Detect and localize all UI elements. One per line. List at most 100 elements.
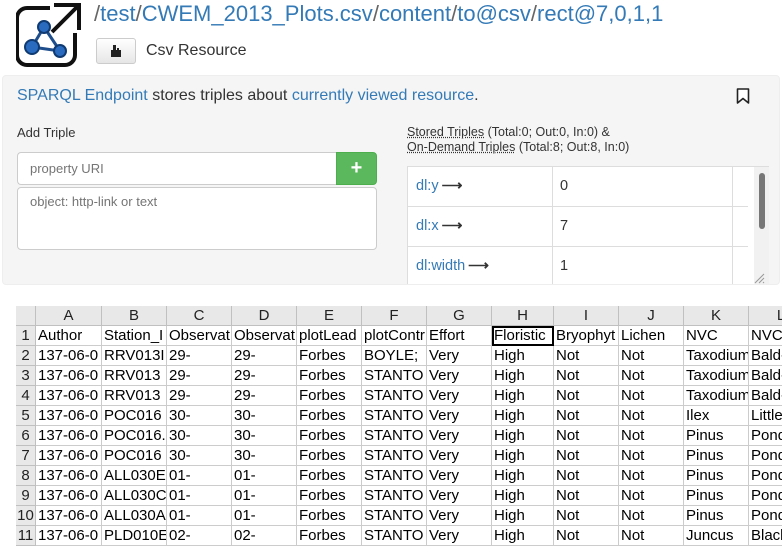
sheet-cell[interactable]: Bald- xyxy=(749,386,782,406)
sheet-cell[interactable]: Bryophyt xyxy=(554,326,619,346)
sheet-cell[interactable]: Forbes xyxy=(297,526,362,546)
breadcrumb-item-rect[interactable]: rect@7,0,1,1 xyxy=(537,1,663,26)
sheet-cell[interactable]: Taxodium xyxy=(684,366,749,386)
object-input[interactable] xyxy=(17,187,377,250)
row-header[interactable]: 6 xyxy=(16,426,36,446)
sheet-cell[interactable]: Pond xyxy=(749,486,782,506)
sheet-cell[interactable]: High xyxy=(492,386,554,406)
sheet-cell[interactable]: Very xyxy=(427,526,492,546)
row-header[interactable]: 4 xyxy=(16,386,36,406)
sheet-cell[interactable]: ALL030E xyxy=(102,466,167,486)
sheet-cell[interactable]: 02- xyxy=(167,526,232,546)
sheet-cell[interactable]: Forbes xyxy=(297,506,362,526)
sheet-cell[interactable]: 137-06-0 xyxy=(36,446,102,466)
triple-predicate[interactable]: dl:x ⟶ xyxy=(416,218,462,234)
sheet-cell[interactable]: Not xyxy=(619,386,684,406)
sheet-cell[interactable]: 30- xyxy=(232,426,297,446)
sheet-cell[interactable]: Lichen xyxy=(619,326,684,346)
sheet-cell[interactable]: 30- xyxy=(167,426,232,446)
sheet-cell[interactable]: 29- xyxy=(167,386,232,406)
sheet-cell[interactable]: Not xyxy=(554,406,619,426)
sheet-cell[interactable]: 29- xyxy=(167,346,232,366)
sheet-cell[interactable]: STANTO xyxy=(362,406,427,426)
sheet-cell[interactable]: 137-06-0 xyxy=(36,426,102,446)
sheet-cell[interactable]: NVC xyxy=(684,326,749,346)
breadcrumb-item-to-csv[interactable]: to@csv xyxy=(457,1,531,26)
row-header[interactable]: 11 xyxy=(16,526,36,546)
sheet-cell[interactable]: 01- xyxy=(167,486,232,506)
sheet-cell[interactable]: STANTO xyxy=(362,526,427,546)
sheet-cell[interactable]: Not xyxy=(619,526,684,546)
sheet-cell[interactable]: Observat xyxy=(232,326,297,346)
sheet-cell[interactable]: High xyxy=(492,526,554,546)
add-triple-button[interactable]: + xyxy=(336,152,377,185)
sheet-cell[interactable]: 30- xyxy=(232,406,297,426)
sheet-cell[interactable]: Not xyxy=(554,346,619,366)
sheet-cell[interactable]: Pinus xyxy=(684,426,749,446)
sheet-cell[interactable]: Very xyxy=(427,426,492,446)
sheet-cell[interactable]: STANTO xyxy=(362,426,427,446)
sheet-cell[interactable]: High xyxy=(492,426,554,446)
column-header-a[interactable]: A xyxy=(36,306,102,326)
sheet-cell[interactable]: POC016 xyxy=(102,406,167,426)
sheet-cell[interactable]: NVC xyxy=(749,326,782,346)
sheet-cell[interactable]: High xyxy=(492,506,554,526)
bookmark-icon[interactable] xyxy=(736,88,750,104)
sheet-cell[interactable]: High xyxy=(492,446,554,466)
triple-predicate[interactable]: dl:width ⟶ xyxy=(416,258,489,274)
sheet-cell[interactable]: Taxodium xyxy=(684,346,749,366)
sheet-cell[interactable]: High xyxy=(492,486,554,506)
sheet-cell[interactable]: Not xyxy=(554,506,619,526)
column-header-g[interactable]: G xyxy=(427,306,492,326)
sheet-cell[interactable]: Forbes xyxy=(297,466,362,486)
row-header[interactable]: 7 xyxy=(16,446,36,466)
sheet-cell[interactable]: 01- xyxy=(232,466,297,486)
predicate-label[interactable]: dl:y xyxy=(416,178,439,194)
row-header[interactable]: 5 xyxy=(16,406,36,426)
sheet-cell[interactable]: Forbes xyxy=(297,406,362,426)
sheet-cell[interactable]: Forbes xyxy=(297,366,362,386)
scrollbar-thumb[interactable] xyxy=(759,173,765,229)
resource-type-button[interactable] xyxy=(96,38,136,64)
sheet-cell[interactable]: Not xyxy=(554,486,619,506)
predicate-label[interactable]: dl:x xyxy=(416,218,439,234)
sheet-cell[interactable]: 01- xyxy=(167,506,232,526)
sheet-cell[interactable]: 29- xyxy=(167,366,232,386)
sheet-cell[interactable]: Not xyxy=(619,446,684,466)
sheet-cell[interactable]: Black xyxy=(749,526,782,546)
row-header[interactable]: 8 xyxy=(16,466,36,486)
current-resource-link[interactable]: currently viewed resource xyxy=(292,87,474,104)
sheet-cell[interactable]: 30- xyxy=(167,406,232,426)
sheet-cell[interactable]: High xyxy=(492,406,554,426)
sheet-cell[interactable]: Station_I xyxy=(102,326,167,346)
property-uri-input[interactable] xyxy=(17,152,337,185)
sheet-cell[interactable]: RRV013 xyxy=(102,386,167,406)
sheet-cell[interactable]: High xyxy=(492,366,554,386)
sheet-cell[interactable]: Not xyxy=(554,426,619,446)
sheet-cell[interactable]: 137-06-0 xyxy=(36,506,102,526)
sheet-cell[interactable]: 01- xyxy=(232,506,297,526)
sheet-cell[interactable]: 137-06-0 xyxy=(36,466,102,486)
sheet-cell[interactable]: 29- xyxy=(232,386,297,406)
sheet-cell[interactable]: Very xyxy=(427,346,492,366)
sheet-cell[interactable]: Juncus xyxy=(684,526,749,546)
sheet-cell[interactable]: Not xyxy=(619,406,684,426)
sheet-cell[interactable]: 137-06-0 xyxy=(36,486,102,506)
row-header[interactable]: 10 xyxy=(16,506,36,526)
sheet-cell[interactable]: 01- xyxy=(232,486,297,506)
row-header[interactable]: 1 xyxy=(16,326,36,346)
row-header[interactable]: 2 xyxy=(16,346,36,366)
sheet-cell[interactable]: Not xyxy=(619,506,684,526)
sheet-cell[interactable]: Not xyxy=(554,366,619,386)
column-header-k[interactable]: K xyxy=(684,306,749,326)
sheet-cell[interactable]: STANTO xyxy=(362,366,427,386)
sheet-corner[interactable] xyxy=(16,306,36,326)
sheet-cell[interactable]: Pinus xyxy=(684,486,749,506)
column-header-i[interactable]: I xyxy=(554,306,619,326)
sheet-cell[interactable]: Bald- xyxy=(749,366,782,386)
triples-scrollbar[interactable] xyxy=(754,167,769,284)
column-header-h[interactable]: H xyxy=(492,306,554,326)
ondemand-triples-label[interactable]: On-Demand Triples xyxy=(407,140,515,154)
sheet-cell[interactable]: STANTO xyxy=(362,486,427,506)
breadcrumb-item-file[interactable]: CWEM_2013_Plots.csv xyxy=(142,1,373,26)
